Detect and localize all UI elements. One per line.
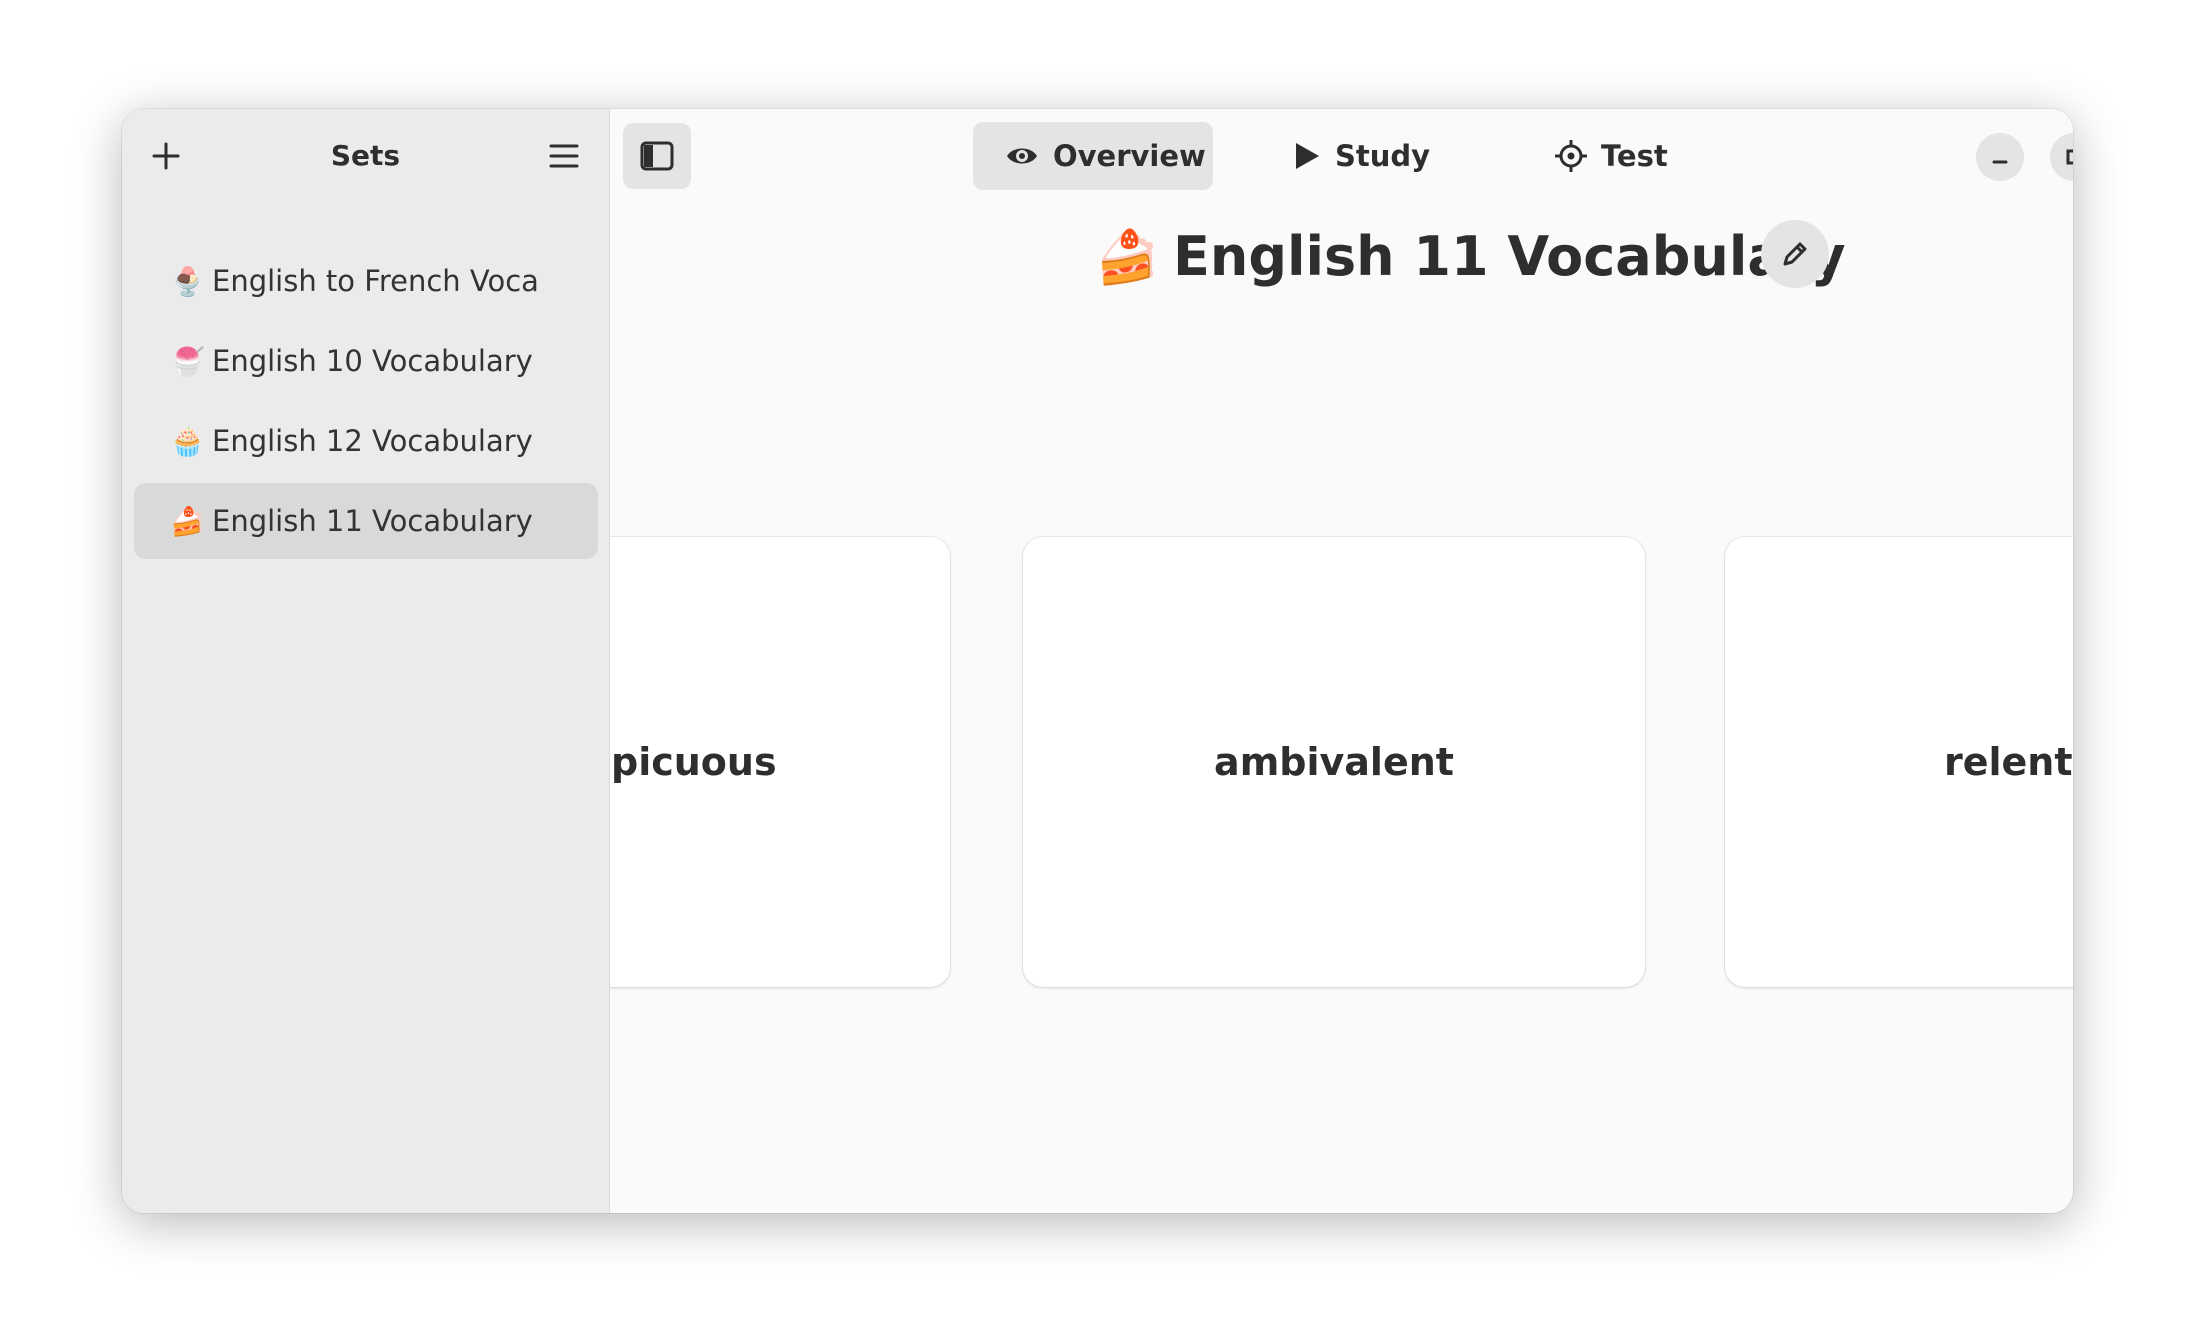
set-item-label: English 12 Vocabulary — [212, 424, 533, 458]
maximize-icon — [2066, 149, 2073, 165]
set-item-english-11[interactable]: 🍰 English 11 Vocabulary — [134, 483, 598, 559]
set-list: 🍨 English to French Voca 🍧 English 10 Vo… — [134, 243, 598, 563]
play-icon — [1296, 143, 1319, 169]
tab-label: Test — [1601, 139, 1668, 173]
card-term: ambivalent — [1214, 740, 1454, 784]
edit-set-button[interactable] — [1761, 220, 1829, 288]
maximize-button[interactable] — [2050, 133, 2073, 181]
tab-label: Overview — [1053, 139, 1206, 173]
tab-label: Study — [1335, 139, 1431, 173]
main-menu-button[interactable] — [540, 132, 588, 180]
plus-icon — [152, 142, 180, 170]
add-set-button[interactable] — [142, 132, 190, 180]
eye-icon — [1007, 148, 1037, 164]
cake-icon: 🍰 — [1095, 228, 1160, 288]
sidebar-toggle-button[interactable] — [623, 123, 691, 189]
flashcard-next[interactable]: relentl — [1725, 537, 2073, 987]
flashcard-previous[interactable]: picuous — [610, 537, 950, 987]
app-window: Sets 🍨 English to French Voca 🍧 English … — [122, 109, 2073, 1213]
set-item-label: English 11 Vocabulary — [212, 504, 533, 538]
cake-icon: 🍰 — [170, 504, 205, 538]
sidebar-title: Sets — [330, 139, 401, 172]
main-content: Overview Study Test 🍰 English 11 Vocabul… — [610, 109, 2073, 1213]
set-item-english-12[interactable]: 🧁 English 12 Vocabulary — [134, 403, 598, 479]
hamburger-menu-icon — [549, 144, 579, 168]
set-item-english-10[interactable]: 🍧 English 10 Vocabulary — [134, 323, 598, 399]
set-header: 🍰 English 11 Vocabulary — [610, 217, 2073, 297]
tab-study[interactable]: Study — [1275, 122, 1445, 190]
cupcake-icon: 🧁 — [170, 424, 205, 458]
ice-cream-icon: 🍨 — [170, 264, 205, 298]
target-icon — [1555, 140, 1587, 172]
pencil-icon — [1783, 242, 1807, 266]
set-item-label: English 10 Vocabulary — [212, 344, 533, 378]
minimize-icon — [1992, 160, 2008, 164]
card-term: relentl — [1944, 740, 2073, 784]
minimize-button[interactable] — [1976, 133, 2024, 181]
page-title: English 11 Vocabulary — [1173, 225, 1846, 288]
shaved-ice-icon: 🍧 — [170, 344, 205, 378]
sidebar-header: Sets — [122, 109, 609, 203]
sidebar: Sets 🍨 English to French Voca 🍧 English … — [122, 109, 610, 1213]
tab-test[interactable]: Test — [1525, 122, 1685, 190]
set-item-label: English to French Voca — [212, 264, 539, 298]
flashcard-current[interactable]: ambivalent — [1023, 537, 1645, 987]
set-item-english-to-french[interactable]: 🍨 English to French Voca — [134, 243, 598, 319]
card-term: picuous — [611, 740, 777, 784]
sidebar-toggle-icon — [640, 141, 674, 171]
tab-overview[interactable]: Overview — [973, 122, 1213, 190]
